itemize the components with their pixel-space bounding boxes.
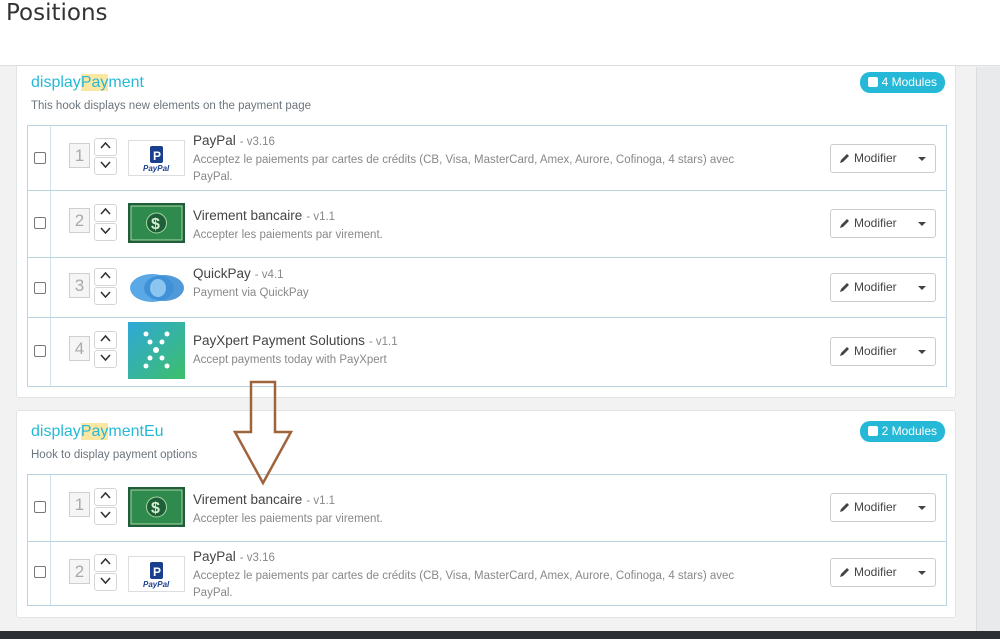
pencil-icon: [840, 154, 849, 163]
bank-transfer-logo: $: [128, 203, 185, 243]
hook-title[interactable]: displayPayment: [31, 74, 144, 92]
pencil-icon: [840, 283, 849, 292]
module-row-virement-bancaire: 2 $ Virement bancaire - v1.1 Accepter les…: [28, 191, 946, 257]
module-description: Accept payments today with PayXpert: [193, 354, 387, 366]
move-down-button[interactable]: [94, 573, 117, 591]
move-down-button[interactable]: [94, 157, 117, 175]
checkbox-icon: [867, 77, 878, 87]
module-description: Accepter les paiements par virement.: [193, 229, 383, 241]
module-checkbox[interactable]: [34, 345, 46, 357]
move-down-button[interactable]: [94, 287, 117, 305]
position-number: 3: [69, 273, 90, 298]
module-checkbox[interactable]: [34, 282, 46, 294]
svg-text:$: $: [151, 500, 160, 517]
chevron-down-icon[interactable]: [918, 222, 926, 226]
move-up-button[interactable]: [94, 268, 117, 286]
svg-text:PayPal: PayPal: [143, 164, 170, 173]
bank-transfer-logo: $: [128, 487, 185, 527]
module-checkbox[interactable]: [34, 566, 46, 578]
module-row-paypal: 1 P PayPal PayPal - v3.16 Acceptez le paie…: [28, 126, 946, 190]
chevron-down-icon[interactable]: [918, 350, 926, 354]
module-checkbox[interactable]: [34, 501, 46, 513]
svg-text:P: P: [153, 149, 161, 163]
svg-text:PayPal: PayPal: [143, 580, 170, 589]
hook-description: This hook displays new elements on the p…: [31, 100, 311, 112]
module-description: Payment via QuickPay: [193, 287, 309, 299]
module-description: Acceptez le paiements par cartes de créd…: [193, 154, 735, 183]
move-down-button[interactable]: [94, 350, 117, 368]
move-up-button[interactable]: [94, 331, 117, 349]
module-name: QuickPay - v4.1: [193, 266, 284, 281]
module-name: Virement bancaire - v1.1: [193, 208, 336, 223]
module-name: PayXpert Payment Solutions - v1.1: [193, 333, 398, 348]
pencil-icon: [840, 503, 849, 512]
module-name: Virement bancaire - v1.1: [193, 492, 336, 507]
position-number: 4: [69, 336, 90, 361]
position-number: 2: [69, 559, 90, 584]
module-checkbox[interactable]: [34, 152, 46, 164]
modifier-button[interactable]: Modifier: [830, 558, 936, 587]
module-row-quickpay: 3 QuickPay - v4.1 Payment via QuickPay Mo…: [28, 258, 946, 317]
module-description: Accepter les paiements par virement.: [193, 513, 383, 525]
move-down-button[interactable]: [94, 507, 117, 525]
module-row-payxpert: 4 PayXpert Payment Solutions - v1.1 Accep…: [28, 318, 946, 386]
module-name: PayPal - v3.16: [193, 133, 275, 148]
move-up-button[interactable]: [94, 138, 117, 156]
module-list: 1 $ Virement bancaire - v1.1 Accepter les…: [27, 474, 947, 606]
position-number: 2: [69, 208, 90, 233]
module-row-virement-bancaire: 1 $ Virement bancaire - v1.1 Accepter les…: [28, 475, 946, 541]
payxpert-logo: [128, 322, 185, 379]
modifier-button[interactable]: Modifier: [830, 209, 936, 238]
pencil-icon: [840, 347, 849, 356]
modules-count-badge: 4 Modules: [859, 72, 945, 93]
chevron-down-icon[interactable]: [918, 506, 926, 510]
annotation-arrow-down-icon: [232, 380, 294, 486]
svg-text:P: P: [153, 565, 161, 579]
modifier-button[interactable]: Modifier: [830, 273, 936, 302]
position-number: 1: [69, 143, 90, 168]
move-up-button[interactable]: [94, 488, 117, 506]
page-header: Positions: [0, 0, 1000, 66]
module-description: Acceptez le paiements par cartes de créd…: [193, 570, 735, 599]
hook-title[interactable]: displayPaymentEu: [31, 423, 164, 441]
move-down-button[interactable]: [94, 223, 117, 241]
modifier-button[interactable]: Modifier: [830, 337, 936, 366]
hook-panel-displaypayment: displayPayment This hook displays new el…: [16, 66, 956, 398]
module-checkbox[interactable]: [34, 217, 46, 229]
hook-panel-displaypaymenteu: displayPaymentEu Hook to display payment…: [16, 410, 956, 618]
module-list: 1 P PayPal PayPal - v3.16 Acceptez le paie…: [27, 125, 947, 387]
page-title: Positions: [6, 0, 108, 26]
chevron-down-icon[interactable]: [918, 286, 926, 290]
svg-text:$: $: [151, 216, 160, 233]
module-row-paypal: 2 P PayPal PayPal - v3.16 Acceptez le paie…: [28, 542, 946, 605]
chevron-down-icon[interactable]: [918, 157, 926, 161]
scrollbar[interactable]: [976, 67, 1000, 631]
checkbox-icon: [867, 426, 878, 436]
quickpay-logo: [128, 272, 185, 304]
position-number: 1: [69, 492, 90, 517]
modules-count-badge: 2 Modules: [859, 421, 945, 442]
pencil-icon: [840, 219, 849, 228]
modifier-button[interactable]: Modifier: [830, 144, 936, 173]
module-name: PayPal - v3.16: [193, 549, 275, 564]
modifier-button[interactable]: Modifier: [830, 493, 936, 522]
paypal-logo: P PayPal: [128, 140, 185, 176]
bottom-bar: [0, 631, 1000, 639]
move-up-button[interactable]: [94, 554, 117, 572]
paypal-logo: P PayPal: [128, 556, 185, 592]
chevron-down-icon[interactable]: [918, 571, 926, 575]
move-up-button[interactable]: [94, 204, 117, 222]
pencil-icon: [840, 568, 849, 577]
hook-description: Hook to display payment options: [31, 449, 198, 461]
